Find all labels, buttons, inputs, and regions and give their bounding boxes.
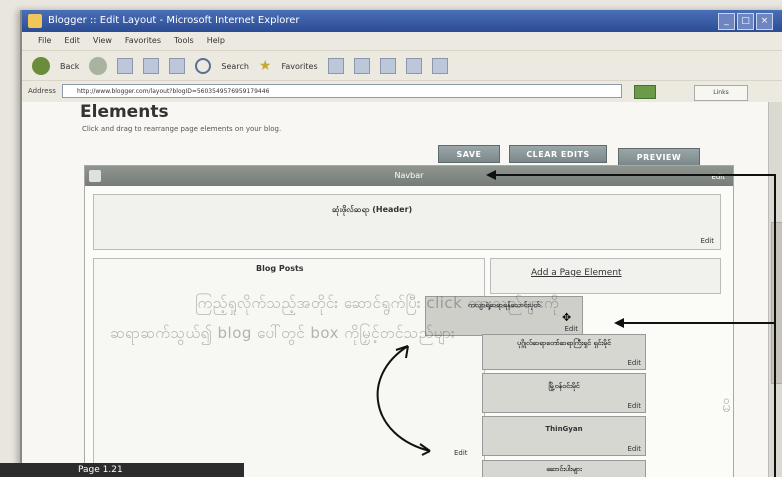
- menu-favorites[interactable]: Favorites: [125, 32, 161, 50]
- gadget-edit-link[interactable]: Edit: [627, 359, 641, 367]
- annotation-vertical-line: [774, 174, 776, 477]
- annotation-arrow-gadget: [622, 322, 776, 324]
- header-label: ဆုံးဖိုလ်ဆရာ (Header): [332, 205, 413, 214]
- curved-move-arrow-icon: [376, 345, 431, 456]
- scrollbar-thumb[interactable]: [771, 222, 782, 384]
- favorites-label[interactable]: Favorites: [281, 62, 317, 71]
- gadget-4[interactable]: ဆောင်းပါးများ: [482, 460, 646, 477]
- header-gadget[interactable]: ဆုံးဖိုလ်ဆရာ (Header) Edit: [93, 194, 721, 250]
- menu-bar: File Edit View Favorites Tools Help: [22, 32, 782, 50]
- save-button[interactable]: SAVE: [438, 145, 500, 163]
- menu-file[interactable]: File: [38, 32, 51, 50]
- blog-posts-edit-link[interactable]: Edit: [454, 449, 468, 457]
- mail-icon[interactable]: [353, 58, 370, 74]
- address-label: Address: [28, 87, 56, 95]
- gadget-2[interactable]: မြို့ဝန်ဝင်းမိုင် Edit: [482, 373, 646, 413]
- gadget-edit-link[interactable]: Edit: [627, 402, 641, 410]
- gadget-3[interactable]: ThinGyan Edit: [482, 416, 646, 456]
- menu-view[interactable]: View: [93, 32, 112, 50]
- overlay-text-line3: မိ: [722, 398, 732, 416]
- gadget-edit-link[interactable]: Edit: [627, 445, 641, 453]
- search-label[interactable]: Search: [221, 62, 248, 71]
- gadget-title: ဆောင်းပါးများ: [546, 465, 582, 473]
- go-button[interactable]: [634, 85, 656, 99]
- address-input[interactable]: http://www.blogger.com/layout?blogID=560…: [62, 84, 622, 98]
- back-label[interactable]: Back: [60, 62, 79, 71]
- history-icon[interactable]: [327, 58, 344, 74]
- blog-posts-label: Blog Posts: [256, 264, 304, 273]
- ie-icon: [28, 14, 42, 28]
- preview-button[interactable]: PREVIEW: [618, 148, 700, 166]
- minimize-button[interactable]: _: [718, 13, 735, 30]
- menu-help[interactable]: Help: [207, 32, 225, 50]
- home-icon[interactable]: [169, 58, 186, 74]
- navbar-label: Navbar: [394, 171, 424, 180]
- arrow-head-icon: [486, 170, 496, 180]
- annotation-arrow-save: [494, 174, 776, 176]
- back-icon[interactable]: [32, 57, 50, 75]
- links-button[interactable]: Links: [694, 85, 748, 101]
- add-page-element-box: Add a Page Element: [490, 258, 721, 294]
- print-icon[interactable]: [379, 58, 396, 74]
- navbar-icon: [89, 170, 101, 182]
- stop-icon[interactable]: [117, 58, 134, 74]
- menu-tools[interactable]: Tools: [174, 32, 194, 50]
- add-page-element-link[interactable]: Add a Page Element: [531, 268, 622, 278]
- maximize-button[interactable]: □: [737, 13, 754, 30]
- refresh-icon[interactable]: [143, 58, 160, 74]
- gadget-title: မြို့ဝန်ဝင်းမိုင်: [548, 382, 580, 390]
- address-bar: Address http://www.blogger.com/layout?bl…: [22, 80, 782, 104]
- arrow-head-icon: [614, 318, 624, 328]
- menu-edit[interactable]: Edit: [64, 32, 80, 50]
- search-icon[interactable]: [195, 58, 212, 74]
- favorites-star-icon[interactable]: ★: [259, 58, 272, 74]
- edit-icon[interactable]: [405, 58, 422, 74]
- caption-tab: Page 1.21: [0, 463, 244, 477]
- window-title: Blogger :: Edit Layout - Microsoft Inter…: [48, 15, 300, 26]
- title-bar: Blogger :: Edit Layout - Microsoft Inter…: [22, 10, 782, 32]
- forward-icon[interactable]: [89, 57, 108, 75]
- window-controls: _ □ ×: [718, 13, 773, 30]
- gadget-title: ThinGyan: [545, 425, 583, 433]
- close-button[interactable]: ×: [756, 13, 773, 30]
- header-edit-link[interactable]: Edit: [700, 237, 714, 245]
- navbar-gadget[interactable]: Navbar Edit: [85, 166, 733, 186]
- clear-edits-button[interactable]: CLEAR EDITS: [509, 145, 607, 163]
- toolbar: Back Search ★ Favorites: [22, 50, 782, 81]
- page-hint: Click and drag to rearrange page element…: [82, 125, 282, 133]
- messenger-icon[interactable]: [431, 58, 448, 74]
- screenshot: Blogger :: Edit Layout - Microsoft Inter…: [0, 0, 782, 477]
- overlay-text-line1: ကြည့်ရှုလိုက်သည့်အတိုင်း ဆောင်ရွက်ပြီး c…: [195, 294, 560, 312]
- page-title: Elements: [80, 102, 169, 122]
